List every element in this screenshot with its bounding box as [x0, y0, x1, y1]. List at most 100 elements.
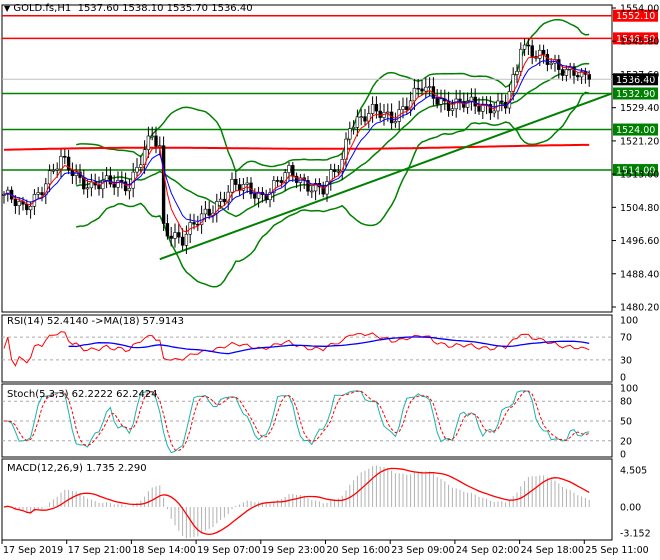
price-tick-label: 1504.80	[620, 203, 659, 214]
candle-body	[150, 135, 154, 138]
candle-body	[184, 233, 189, 246]
time-tick-label: 25 Sep 11:00	[585, 545, 648, 556]
ma-mid-line	[3, 60, 590, 223]
time-tick-label: 24 Sep 02:00	[456, 545, 519, 556]
candle-body	[458, 98, 462, 102]
rsi-tick-label: 0	[620, 373, 626, 384]
ma-200-line	[3, 143, 590, 151]
candle-body	[355, 116, 360, 128]
stoch-tick-label: 80	[620, 397, 632, 408]
candle-body	[25, 204, 29, 211]
time-tick-label: 19 Sep 07:00	[197, 545, 260, 556]
candle-body	[363, 116, 367, 122]
candle-body	[234, 178, 238, 185]
candle-body	[310, 190, 314, 193]
candle-body	[530, 45, 534, 57]
candle-body	[549, 62, 553, 65]
candle-body	[412, 87, 417, 102]
symbol-label: GOLD.fs,H1	[13, 3, 72, 14]
candle-body	[127, 187, 132, 192]
candle-body	[55, 168, 59, 171]
candle-body	[47, 170, 52, 185]
candle-body	[154, 135, 158, 147]
candle-body	[500, 100, 504, 103]
candle-body	[112, 183, 116, 188]
candle-body	[473, 96, 477, 107]
candle-body	[218, 198, 223, 202]
candle-body	[450, 108, 455, 111]
price-tick-label: 1480.20	[620, 303, 659, 314]
chart-header: ▼ GOLD.fs,H1 1537.60 1538.10 1535.70 153…	[4, 3, 253, 14]
dropdown-triangle-icon[interactable]: ▼	[4, 4, 10, 13]
candle-body	[587, 74, 591, 80]
candle-body	[287, 165, 291, 173]
macd-tick-label: -3.152	[620, 528, 651, 539]
candle-body	[207, 208, 211, 216]
candle-body	[522, 44, 527, 50]
candle-body	[146, 135, 151, 150]
candle-body	[180, 236, 185, 246]
trendline	[159, 92, 613, 261]
candle-body	[416, 87, 420, 90]
price-tick-label: 1554.00	[620, 4, 659, 15]
candle-body	[173, 232, 177, 239]
candle-body	[203, 208, 208, 215]
macd-tick-label: 0.00	[620, 503, 641, 514]
macd-tick-label: 4.505	[620, 466, 647, 477]
time-tick-label: 18 Sep 14:00	[132, 545, 195, 556]
candle-body	[97, 184, 101, 190]
price-tick-label: 1521.20	[620, 136, 659, 147]
candle-body	[439, 98, 443, 105]
candle-body	[177, 232, 181, 238]
price-tick-label: 1488.40	[620, 269, 659, 280]
candle-body	[401, 106, 405, 110]
candle-body	[40, 192, 44, 196]
candle-body	[370, 104, 375, 114]
candle-body	[564, 69, 569, 76]
candle-body	[576, 75, 580, 78]
candle-body	[275, 180, 280, 182]
candle-body	[545, 54, 550, 65]
chart-canvas[interactable]: 1552.101546.501532.901524.001514.001536.…	[0, 0, 660, 560]
candle-body	[230, 178, 234, 193]
open-value: 1537.60	[77, 3, 119, 14]
price-tick-label: 1529.40	[620, 103, 659, 114]
candle-body	[424, 86, 428, 92]
bollinger-lower	[76, 91, 590, 288]
time-tick-label: 19 Sep 23:00	[262, 545, 325, 556]
candle-body	[13, 198, 18, 206]
level-tag-text-2: 1532.90	[616, 89, 655, 100]
candle-body	[28, 206, 33, 211]
rsi-tick-label: 100	[620, 316, 638, 327]
candle-body	[116, 180, 120, 188]
high-value: 1538.10	[122, 3, 164, 14]
trading-chart[interactable]: 1552.10 1546.50 1532.90 1524.00 1514.00 1536.…	[0, 0, 660, 560]
rsi-tick-label: 30	[620, 355, 632, 366]
candle-body	[74, 171, 78, 176]
candle-body	[359, 116, 363, 118]
candle-body	[378, 110, 382, 118]
rsi-tick-label: 70	[620, 333, 632, 344]
candle-body	[169, 235, 173, 239]
candle-body	[477, 105, 481, 112]
stoch-tick-label: 50	[620, 417, 632, 428]
stoch-tick-label: 100	[620, 384, 638, 395]
candle-body	[538, 49, 542, 59]
candle-body	[17, 201, 21, 206]
time-tick-label: 23 Sep 09:00	[391, 545, 454, 556]
candle-body	[222, 198, 227, 203]
candle-body	[348, 128, 352, 140]
candle-body	[405, 106, 409, 110]
low-value: 1535.70	[166, 3, 209, 14]
candle-body	[36, 192, 40, 195]
candle-body	[85, 187, 90, 190]
candle-body	[427, 86, 432, 88]
level-tag-text-3: 1524.00	[616, 125, 655, 136]
price-tick-label: 1513.00	[620, 170, 659, 181]
time-tick-label: 24 Sep 18:00	[521, 545, 584, 556]
candle-body	[386, 111, 390, 114]
candle-body	[59, 155, 63, 170]
candle-body	[63, 155, 67, 158]
time-tick-label: 17 Sep 2019	[3, 545, 63, 556]
candle-body	[139, 164, 143, 168]
